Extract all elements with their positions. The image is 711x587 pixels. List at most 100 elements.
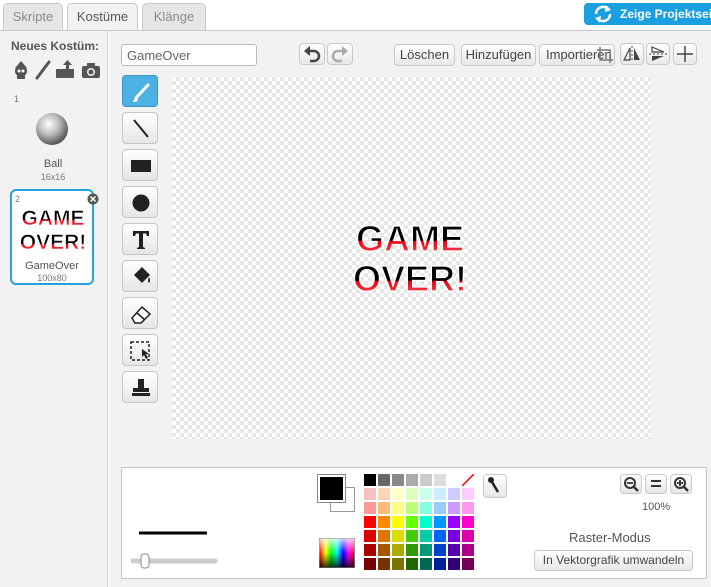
color-swatch[interactable] (420, 530, 432, 542)
color-swatch[interactable] (462, 516, 474, 528)
color-swatch[interactable] (406, 474, 418, 486)
color-swatch[interactable] (364, 544, 376, 556)
paint-brush-icon[interactable] (33, 60, 53, 80)
color-swatch[interactable] (420, 558, 432, 570)
color-swatch[interactable] (392, 544, 404, 556)
camera-icon[interactable] (81, 60, 101, 80)
undo-icon (304, 46, 321, 63)
color-swatch[interactable] (364, 488, 376, 500)
add-button[interactable]: Hinzufügen (461, 44, 536, 66)
color-swatch[interactable] (392, 502, 404, 514)
color-swatch[interactable] (392, 516, 404, 528)
color-swatch[interactable] (462, 488, 474, 500)
color-swatch[interactable] (406, 516, 418, 528)
color-swatch[interactable] (406, 544, 418, 556)
color-swatch[interactable] (434, 502, 446, 514)
color-swatch[interactable] (448, 488, 460, 500)
crosshair-icon (677, 46, 693, 62)
tab-sounds[interactable]: Klänge (142, 3, 206, 30)
color-swatch[interactable] (462, 530, 474, 542)
color-swatch[interactable] (448, 474, 460, 486)
zoom-in-button[interactable] (670, 474, 692, 494)
color-swatch[interactable] (448, 544, 460, 556)
upload-icon[interactable] (55, 60, 75, 80)
color-swatch[interactable] (462, 544, 474, 556)
flip-horizontal-button[interactable] (620, 43, 644, 65)
color-swatch[interactable] (448, 516, 460, 528)
text-tool[interactable] (122, 223, 158, 255)
color-swatch[interactable] (378, 488, 390, 500)
color-swatch[interactable] (420, 474, 432, 486)
redo-icon (331, 46, 348, 63)
color-swatch[interactable] (392, 530, 404, 542)
equals-icon (651, 480, 661, 487)
costume-item-ball[interactable]: Ball 16x16 (11, 100, 95, 196)
zoom-reset-button[interactable] (645, 474, 667, 494)
stamp-tool[interactable] (122, 371, 158, 403)
eyedropper-button[interactable] (483, 474, 507, 498)
redo-button[interactable] (327, 43, 353, 65)
color-swatch[interactable] (448, 530, 460, 542)
color-swatch[interactable] (378, 474, 390, 486)
sprite-library-icon[interactable] (11, 60, 31, 80)
color-swatch[interactable] (392, 474, 404, 486)
color-swatch[interactable] (462, 502, 474, 514)
color-swatch[interactable] (378, 516, 390, 528)
color-swatch[interactable] (434, 530, 446, 542)
costume-name-input[interactable] (121, 44, 257, 66)
color-swatch[interactable] (406, 488, 418, 500)
color-swatch[interactable] (364, 558, 376, 570)
undo-button[interactable] (299, 43, 325, 65)
set-center-button[interactable] (673, 43, 697, 65)
color-swatch[interactable] (434, 488, 446, 500)
color-swatch[interactable] (406, 530, 418, 542)
clear-button[interactable]: Löschen (394, 44, 455, 66)
stroke-width-slider[interactable] (131, 553, 221, 569)
color-swatch[interactable] (364, 502, 376, 514)
color-swatch[interactable] (434, 558, 446, 570)
show-project-page-button[interactable]: Zeige Projektseite (584, 3, 711, 25)
line-tool[interactable] (122, 112, 158, 144)
color-swatch[interactable] (406, 502, 418, 514)
color-swatch[interactable] (448, 502, 460, 514)
color-picker-gradient[interactable] (319, 538, 355, 568)
color-swatch[interactable] (434, 474, 446, 486)
color-swatch[interactable] (378, 558, 390, 570)
transparent-color-swatch[interactable] (461, 473, 475, 487)
brush-tool[interactable] (122, 75, 158, 107)
color-swatch[interactable] (392, 558, 404, 570)
fill-tool[interactable] (122, 260, 158, 292)
color-swatch[interactable] (420, 516, 432, 528)
crop-icon[interactable] (596, 46, 614, 64)
color-swatch[interactable] (406, 558, 418, 570)
color-swatch[interactable] (378, 502, 390, 514)
color-swatch[interactable] (364, 516, 376, 528)
eraser-tool[interactable] (122, 297, 158, 329)
color-swatch[interactable] (378, 530, 390, 542)
color-swatch[interactable] (434, 544, 446, 556)
color-swatch[interactable] (364, 474, 376, 486)
primary-color-swatch[interactable] (318, 475, 345, 502)
flip-vertical-button[interactable] (646, 43, 670, 65)
color-swatch[interactable] (420, 544, 432, 556)
ellipse-tool[interactable] (122, 186, 158, 218)
color-swatch[interactable] (364, 530, 376, 542)
tab-scripts[interactable]: Skripte (3, 3, 63, 30)
color-swatch[interactable] (448, 558, 460, 570)
color-swatch[interactable] (392, 488, 404, 500)
convert-to-vector-button[interactable]: In Vektorgrafik umwandeln (534, 550, 693, 571)
color-swatch[interactable] (434, 516, 446, 528)
eyedropper-icon (488, 477, 500, 493)
delete-costume-icon[interactable] (87, 193, 99, 205)
select-tool[interactable] (122, 334, 158, 366)
color-swatch[interactable] (420, 488, 432, 500)
drawing-canvas[interactable]: GAME OVER! (172, 77, 651, 439)
color-swatch[interactable] (462, 558, 474, 570)
color-swatch[interactable] (420, 502, 432, 514)
paint-bucket-icon (134, 267, 150, 283)
zoom-out-button[interactable] (620, 474, 642, 494)
costume-item-gameover[interactable]: 2 GAME OVER! GameOver 100x80 (10, 189, 94, 285)
rectangle-tool[interactable] (122, 149, 158, 181)
color-swatch[interactable] (378, 544, 390, 556)
tab-costumes[interactable]: Kostüme (67, 3, 138, 31)
